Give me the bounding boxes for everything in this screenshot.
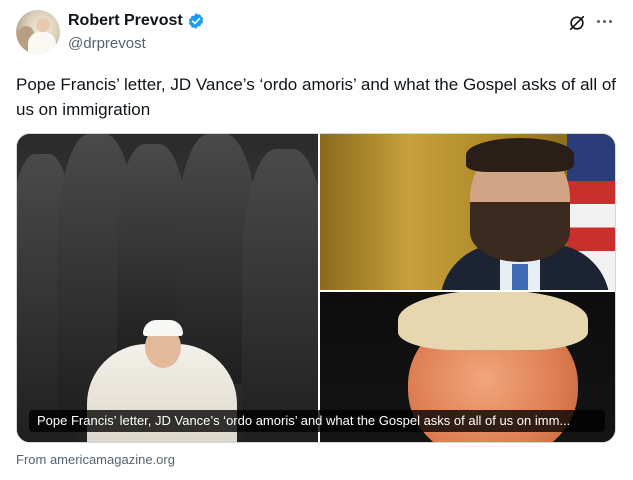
tweet-card: Robert Prevost @drprevost Pope Francis’ …: [0, 0, 633, 480]
link-card-media[interactable]: Pope Francis’ letter, JD Vance’s ‘ordo a…: [16, 133, 616, 443]
avatar[interactable]: [16, 10, 60, 54]
author-handle[interactable]: @drprevost: [68, 35, 146, 52]
slashed-circle-icon[interactable]: [568, 14, 586, 32]
link-card-caption[interactable]: Pope Francis’ letter, JD Vance’s ‘ordo a…: [29, 410, 605, 432]
link-source[interactable]: From americamagazine.org: [16, 452, 175, 467]
ellipsis-icon[interactable]: [597, 20, 612, 23]
author-row: Robert Prevost: [68, 12, 205, 30]
image-statue-and-pope: [17, 134, 318, 442]
image-divider-horizontal: [320, 290, 615, 292]
verified-badge-icon: [188, 13, 203, 29]
avatar-figure-body: [28, 32, 56, 54]
image-divider-vertical: [318, 134, 320, 442]
author-name[interactable]: Robert Prevost: [68, 12, 183, 30]
tweet-text: Pope Francis’ letter, JD Vance’s ‘ordo a…: [16, 75, 617, 119]
image-vance: [320, 134, 615, 290]
avatar-figure-head: [36, 18, 50, 32]
